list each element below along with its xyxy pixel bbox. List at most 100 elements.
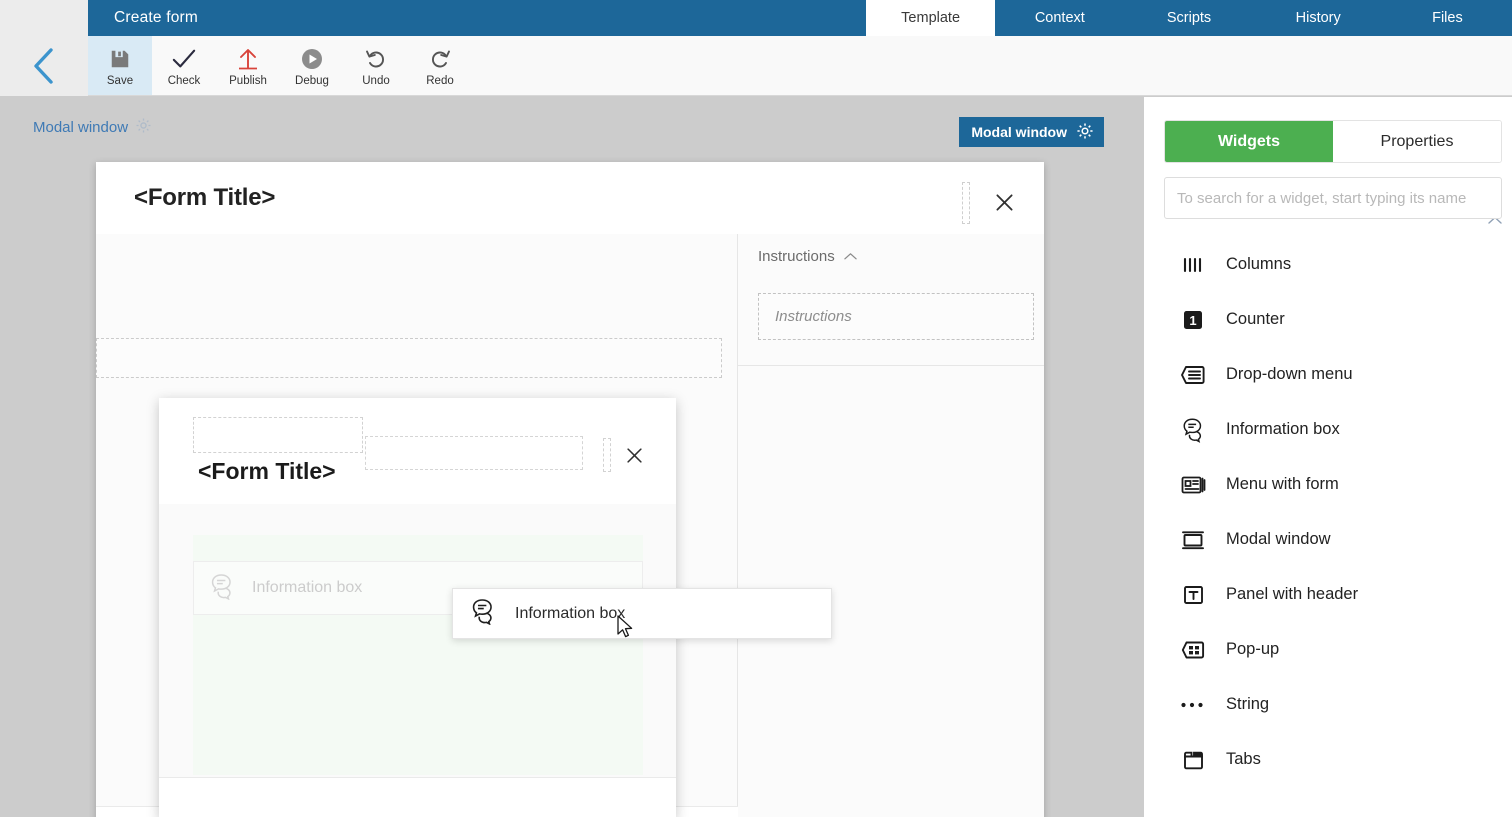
undo-arrow-icon bbox=[365, 47, 387, 71]
drag-tooltip-label: Information box bbox=[515, 604, 626, 622]
save-button[interactable]: Save bbox=[88, 36, 152, 95]
drag-tooltip-chip: Information box bbox=[452, 588, 832, 639]
popup-icon bbox=[1180, 637, 1206, 663]
svg-text:1: 1 bbox=[1189, 313, 1196, 328]
tab-template-label: Template bbox=[901, 10, 961, 26]
check-button[interactable]: Check bbox=[152, 36, 216, 95]
redo-button[interactable]: Redo bbox=[408, 36, 472, 95]
close-x-icon[interactable] bbox=[986, 184, 1022, 220]
form-canvas-header: <Form Title> bbox=[96, 162, 1044, 234]
information-box-icon bbox=[1180, 417, 1206, 443]
play-circle-icon bbox=[301, 47, 323, 71]
instructions-dropzone[interactable]: Instructions bbox=[758, 293, 1034, 340]
mouse-cursor-icon bbox=[617, 615, 633, 638]
close-x-icon bbox=[619, 440, 649, 470]
chevron-up-icon[interactable] bbox=[844, 248, 857, 265]
dropdown-menu-icon bbox=[1180, 362, 1206, 388]
information-box-icon bbox=[208, 572, 236, 605]
widgets-panel: Widgets Properties To search for a widge… bbox=[1144, 97, 1512, 817]
publish-button-label: Publish bbox=[229, 74, 267, 87]
widget-item-menu-with-form-label: Menu with form bbox=[1226, 475, 1339, 493]
breadcrumb[interactable]: Modal window bbox=[33, 117, 152, 138]
ghost-header-handle bbox=[603, 438, 611, 472]
redo-arrow-icon bbox=[429, 47, 451, 71]
widget-item-string-label: String bbox=[1226, 695, 1270, 713]
tab-context-label: Context bbox=[1034, 10, 1085, 26]
widgets-panel-tabbar: Widgets Properties bbox=[1164, 120, 1502, 163]
undo-button[interactable]: Undo bbox=[344, 36, 408, 95]
search-input[interactable] bbox=[1164, 177, 1502, 219]
breadcrumb-label: Modal window bbox=[33, 119, 129, 136]
widget-item-string[interactable]: String bbox=[1144, 677, 1512, 732]
tab-template[interactable]: Template bbox=[866, 0, 996, 36]
debug-button[interactable]: Debug bbox=[280, 36, 344, 95]
ghost-form-title: <Form Title> bbox=[198, 458, 336, 484]
main-tabbar: Template Context Scripts History Files bbox=[866, 0, 1512, 36]
gear-icon bbox=[135, 117, 152, 138]
instructions-placeholder: Instructions bbox=[775, 308, 852, 325]
widget-item-columns[interactable]: Columns bbox=[1144, 237, 1512, 292]
selection-badge-label: Modal window bbox=[971, 124, 1067, 140]
tab-properties[interactable]: Properties bbox=[1333, 121, 1501, 162]
widget-item-panel-with-header-label: Panel with header bbox=[1226, 585, 1359, 603]
widget-item-modal-window-label: Modal window bbox=[1226, 530, 1331, 548]
widget-item-counter[interactable]: 1 Counter bbox=[1144, 292, 1512, 347]
widget-item-tabs-label: Tabs bbox=[1226, 750, 1261, 768]
instructions-separator bbox=[738, 365, 1044, 366]
widget-item-popup[interactable]: Pop-up bbox=[1144, 622, 1512, 677]
drag-ghost-header: <Form Title> bbox=[159, 398, 676, 504]
chevron-left-icon bbox=[34, 48, 53, 84]
widget-item-tabs[interactable]: Tabs bbox=[1144, 732, 1512, 787]
counter-icon: 1 bbox=[1180, 307, 1206, 333]
widget-item-columns-label: Columns bbox=[1226, 255, 1292, 273]
tab-files[interactable]: Files bbox=[1383, 0, 1512, 36]
tab-widgets-label: Widgets bbox=[1217, 132, 1281, 150]
instructions-header[interactable]: Instructions bbox=[758, 248, 857, 265]
tab-scripts[interactable]: Scripts bbox=[1124, 0, 1253, 36]
widget-item-popup-label: Pop-up bbox=[1226, 640, 1280, 658]
modal-window-icon bbox=[1180, 527, 1206, 553]
tab-files-label: Files bbox=[1432, 10, 1463, 26]
dropzone-top[interactable] bbox=[96, 338, 722, 378]
tab-widgets[interactable]: Widgets bbox=[1165, 121, 1333, 162]
header-drop-handle[interactable] bbox=[962, 182, 970, 224]
app-root: Create form Template Context Scripts His… bbox=[0, 0, 1512, 817]
ghost-information-box-label: Information box bbox=[252, 579, 363, 596]
save-button-label: Save bbox=[106, 74, 134, 87]
debug-button-label: Debug bbox=[295, 74, 329, 87]
checkmark-icon bbox=[172, 47, 196, 71]
redo-button-label: Redo bbox=[426, 74, 454, 87]
widget-item-dropdown-menu[interactable]: Drop-down menu bbox=[1144, 347, 1512, 402]
tab-history[interactable]: History bbox=[1254, 0, 1383, 36]
menu-with-form-icon bbox=[1180, 472, 1206, 498]
widget-item-panel-with-header[interactable]: Panel with header bbox=[1144, 567, 1512, 622]
instructions-panel: Instructions Instructions bbox=[738, 234, 1044, 817]
window-title: Create form bbox=[114, 9, 199, 26]
widget-item-information-box[interactable]: Information box bbox=[1144, 402, 1512, 457]
page-title: <Form Title> bbox=[134, 184, 276, 211]
widget-item-information-box-label: Information box bbox=[1226, 420, 1340, 438]
widget-item-counter-label: Counter bbox=[1226, 310, 1285, 328]
widget-search-wrapper bbox=[1164, 177, 1502, 219]
tab-context[interactable]: Context bbox=[995, 0, 1124, 36]
widget-item-menu-with-form[interactable]: Menu with form bbox=[1144, 457, 1512, 512]
upload-arrow-icon bbox=[237, 47, 259, 71]
ghost-dropzone-right bbox=[365, 436, 583, 470]
widget-item-modal-window[interactable]: Modal window bbox=[1144, 512, 1512, 567]
window-titlebar: Create form bbox=[88, 0, 866, 36]
tab-history-label: History bbox=[1295, 10, 1341, 26]
drag-ghost-body: Information box bbox=[159, 504, 676, 817]
drag-ghost-footer bbox=[159, 777, 676, 817]
check-button-label: Check bbox=[167, 74, 201, 87]
undo-button-label: Undo bbox=[362, 74, 390, 87]
back-button[interactable] bbox=[0, 36, 88, 96]
information-box-icon bbox=[469, 597, 497, 630]
floppy-disk-icon bbox=[109, 47, 131, 71]
toolbar: Save Check Publish Debug Undo Redo bbox=[88, 36, 1512, 96]
instructions-header-label: Instructions bbox=[758, 248, 835, 265]
string-dots-icon bbox=[1180, 692, 1206, 718]
publish-button[interactable]: Publish bbox=[216, 36, 280, 95]
selection-badge[interactable]: Modal window bbox=[959, 117, 1104, 147]
gear-icon[interactable] bbox=[1076, 122, 1094, 143]
tab-properties-label: Properties bbox=[1380, 132, 1454, 150]
